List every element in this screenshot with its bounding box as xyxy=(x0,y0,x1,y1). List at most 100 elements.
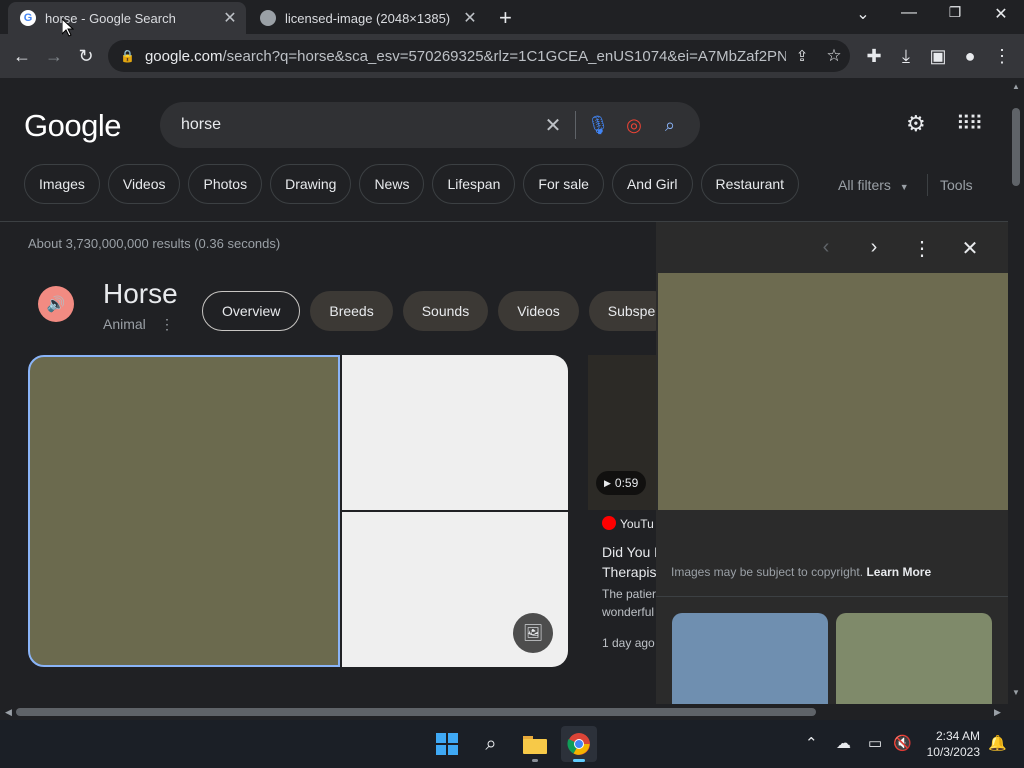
chip-and-girl[interactable]: And Girl xyxy=(611,164,693,204)
url-text: google.com/search?q=horse&sca_esv=570269… xyxy=(144,47,786,65)
download-icon[interactable]: ⤓ xyxy=(892,42,920,70)
address-bar[interactable]: 🔒 google.com/search?q=horse&sca_esv=5702… xyxy=(108,40,850,72)
minimize-button[interactable]: — xyxy=(897,4,921,22)
scrollbar-corner xyxy=(1008,704,1024,720)
close-window-button[interactable]: ✕ xyxy=(989,4,1013,24)
close-tab-icon[interactable]: ✕ xyxy=(220,8,240,28)
tab-overview[interactable]: Overview xyxy=(202,291,301,331)
horse-photo-standing[interactable] xyxy=(342,355,568,510)
side-panel-icon[interactable]: ▣ xyxy=(924,42,952,70)
chip-videos[interactable]: Videos xyxy=(107,164,181,204)
chip-drawing[interactable]: Drawing xyxy=(270,164,352,204)
chip-for-sale[interactable]: For sale xyxy=(523,164,604,204)
apps-grid-icon[interactable]: ⠿⠿ xyxy=(956,111,983,136)
video-title[interactable]: Did You K Therapis xyxy=(602,542,662,582)
dropdown-caret-icon: ▼ xyxy=(899,182,909,192)
knowledge-title: Horse xyxy=(103,278,178,309)
search-input[interactable]: horse xyxy=(181,116,535,134)
chip-lifespan[interactable]: Lifespan xyxy=(432,164,516,204)
video-time: 1 day ago xyxy=(602,636,655,650)
close-tab-icon[interactable]: ✕ xyxy=(460,8,480,28)
chip-images[interactable]: Images xyxy=(24,164,100,204)
clear-icon[interactable]: ✕ xyxy=(535,107,571,143)
chip-restaurant[interactable]: Restaurant xyxy=(700,164,800,204)
scroll-up-icon[interactable]: ▲ xyxy=(1012,82,1020,91)
new-tab-button[interactable]: + xyxy=(499,5,512,31)
tools-button[interactable]: Tools xyxy=(940,177,973,193)
scroll-right-icon[interactable]: ▶ xyxy=(994,707,1001,718)
play-icon: ▶ xyxy=(604,477,611,488)
chip-photos[interactable]: Photos xyxy=(188,164,263,204)
file-explorer-icon[interactable] xyxy=(517,726,553,762)
all-filters-button[interactable]: All filters ▼ xyxy=(838,177,909,193)
image-search-icon[interactable]: 🖼 xyxy=(513,613,553,653)
horse-photo-preview[interactable] xyxy=(658,273,1008,510)
video-source: YouTu xyxy=(602,516,654,531)
divider xyxy=(927,174,928,196)
show-hidden-icons-icon[interactable]: ⌃ xyxy=(805,734,818,752)
scrollbar-thumb[interactable] xyxy=(1012,108,1020,186)
volume-muted-icon[interactable]: 🔇 xyxy=(893,734,912,752)
filter-chips: Images Videos Photos Drawing News Lifesp… xyxy=(24,164,800,204)
horse-photo-side[interactable]: 🖼 xyxy=(342,512,568,667)
tab-videos[interactable]: Videos xyxy=(498,291,579,331)
restore-button[interactable]: ❐ xyxy=(943,4,967,21)
taskbar: ⌕ ⌃ ☁ ▭ 🔇 2:34 AM 10/3/2023 🔔 xyxy=(0,720,1024,768)
share-icon[interactable]: ⇪ xyxy=(786,38,818,74)
menu-icon[interactable]: ⋮ xyxy=(988,42,1016,70)
horizontal-scrollbar[interactable]: ◀ ▶ xyxy=(0,704,1008,720)
tab-strip: G horse - Google Search ✕ licensed-image… xyxy=(0,0,1024,34)
related-thumbnail[interactable] xyxy=(672,613,828,704)
globe-icon xyxy=(260,10,276,26)
bookmark-star-icon[interactable]: ☆ xyxy=(818,38,850,74)
scroll-left-icon[interactable]: ◀ xyxy=(5,707,12,718)
google-favicon-icon: G xyxy=(20,10,36,26)
reload-button[interactable]: ↻ xyxy=(72,42,100,70)
image-viewer-panel: ‹ › ⋮ ✕ Images may be subject to copyrig… xyxy=(656,222,1008,704)
chip-news[interactable]: News xyxy=(359,164,425,204)
tab-breeds[interactable]: Breeds xyxy=(310,291,393,331)
lens-icon[interactable]: ◎ xyxy=(616,107,652,143)
more-options-icon[interactable]: ⋮ xyxy=(909,236,935,261)
knowledge-subtitle: Animal xyxy=(103,316,146,332)
google-logo[interactable]: Google xyxy=(24,108,121,144)
learn-more-link[interactable]: Learn More xyxy=(866,565,931,579)
chrome-icon[interactable] xyxy=(561,726,597,762)
scroll-down-icon[interactable]: ▼ xyxy=(1012,688,1020,697)
notification-bell-icon[interactable]: 🔔 xyxy=(988,734,1007,752)
speaker-icon[interactable]: 🔊 xyxy=(38,286,74,322)
copyright-notice: Images may be subject to copyright. Lear… xyxy=(671,565,932,579)
extensions-icon[interactable]: ✚ xyxy=(860,42,888,70)
windows-start-icon[interactable] xyxy=(429,726,465,762)
onedrive-icon[interactable]: ☁ xyxy=(836,734,851,752)
search-icon[interactable]: ⌕ xyxy=(473,726,509,762)
settings-gear-icon[interactable]: ⚙ xyxy=(906,111,926,137)
forward-button[interactable]: → xyxy=(40,42,68,70)
tab-title: licensed-image (2048×1385) xyxy=(285,10,451,26)
mouse-cursor-icon xyxy=(61,17,75,42)
browser-toolbar: ← → ↻ 🔒 google.com/search?q=horse&sca_es… xyxy=(0,34,1024,78)
search-icon[interactable]: ⌕ xyxy=(652,107,688,143)
horse-photo-main[interactable] xyxy=(28,355,340,667)
network-icon[interactable]: ▭ xyxy=(868,734,882,752)
more-options-icon[interactable]: ⋮ xyxy=(160,316,174,333)
scrollbar-thumb[interactable] xyxy=(16,708,816,716)
close-icon[interactable]: ✕ xyxy=(957,236,983,261)
tab-licensed-image[interactable]: licensed-image (2048×1385) ✕ xyxy=(248,2,486,34)
related-thumbnail[interactable] xyxy=(836,613,992,704)
search-box[interactable]: horse ✕ 🎙 ◎ ⌕ xyxy=(160,102,700,148)
microphone-icon[interactable]: 🎙 xyxy=(580,107,616,143)
tab-search-icon[interactable]: ⌄ xyxy=(851,4,875,24)
knowledge-tabs: Overview Breeds Sounds Videos Subspe xyxy=(202,291,675,331)
profile-icon[interactable]: ● xyxy=(956,42,984,70)
tab-sounds[interactable]: Sounds xyxy=(402,291,489,331)
result-stats: About 3,730,000,000 results (0.36 second… xyxy=(28,236,281,251)
video-duration: ▶ 0:59 xyxy=(596,471,647,495)
back-button[interactable]: ← xyxy=(8,42,36,70)
next-icon[interactable]: › xyxy=(861,236,887,259)
vertical-scrollbar[interactable]: ▲ ▼ xyxy=(1008,78,1024,704)
tab-google-search[interactable]: G horse - Google Search ✕ xyxy=(8,2,246,34)
video-description: The patier wonderful xyxy=(602,587,657,619)
clock[interactable]: 2:34 AM 10/3/2023 xyxy=(918,728,980,760)
previous-icon[interactable]: ‹ xyxy=(813,236,839,259)
